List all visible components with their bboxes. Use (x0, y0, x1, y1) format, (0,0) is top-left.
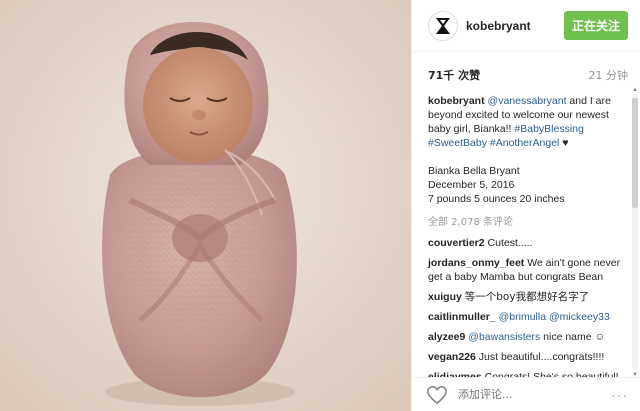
newborn-photo-illustration (0, 0, 411, 411)
caption-line: December 5, 2016 (428, 179, 515, 191)
post-header: kobebryant 正在关注 (412, 0, 640, 52)
comment-row: jordans_onmy_feet We ain't gone never ge… (428, 256, 622, 284)
hashtag-or-mention-link[interactable]: #BabyBlessing (514, 123, 583, 135)
likes-count[interactable]: 71千 次赞 (428, 67, 480, 83)
hashtag-or-mention-link[interactable]: #SweetBaby (428, 137, 487, 149)
comment-username[interactable]: caitlinmuller_ (428, 311, 496, 323)
caption-line: 7 pounds 5 ounces 20 inches (428, 193, 565, 205)
post-meta: 71千 次赞 21 分钟 (412, 56, 640, 94)
comment-username[interactable]: xuiguy (428, 291, 462, 303)
view-all-comments-link[interactable]: 全部 2,078 条评论 (428, 216, 622, 230)
caption-details: Bianka Bella Bryant December 5, 2016 7 p… (428, 164, 622, 206)
comment-text: nice name ☺ (540, 331, 606, 343)
caption-text: kobebryant @vanessabryant and I are beyo… (428, 94, 622, 150)
avatar[interactable] (428, 10, 458, 41)
comment-input[interactable] (458, 388, 611, 401)
caption-line: Bianka Bella Bryant (428, 165, 520, 177)
comment-row: caitlinmuller_ @brimulla @mickeey33 (428, 310, 622, 324)
comment-text: 等一个boy我都想好名字了 (464, 291, 590, 303)
hourglass-logo-icon (436, 17, 450, 34)
comment-text: ♥ (559, 137, 569, 149)
caption-username[interactable]: kobebryant (428, 95, 485, 107)
comment-row: couvertier2 Cutest..... (428, 236, 622, 250)
hashtag-or-mention-link[interactable]: @bawansisters (468, 331, 540, 343)
comment-row: vegan226 Just beautiful....congrats!!!! (428, 350, 622, 364)
caption: kobebryant @vanessabryant and I are beyo… (428, 94, 622, 206)
hashtag-or-mention-link[interactable]: #AnotherAngel (490, 137, 559, 149)
comment-username[interactable]: vegan226 (428, 351, 476, 363)
hashtag-or-mention-link[interactable]: @vanessabryant (488, 95, 567, 107)
comments-section: kobebryant @vanessabryant and I are beyo… (412, 94, 630, 377)
following-button[interactable]: 正在关注 (563, 11, 628, 40)
post-photo[interactable] (0, 0, 411, 411)
instagram-post-view: kobebryant 正在关注 71千 次赞 21 分钟 kobebryant … (0, 0, 640, 411)
hashtag-or-mention-link[interactable]: @brimulla (499, 311, 546, 323)
comment-list: couvertier2 Cutest..... jordans_onmy_feet… (428, 236, 622, 377)
heart-outline-icon[interactable] (426, 385, 448, 405)
comment-username[interactable]: couvertier2 (428, 237, 485, 249)
comments-scrollbar[interactable]: ▲ ▼ (632, 87, 638, 378)
comment-row: alyzee9 @bawansisters nice name ☺ (428, 330, 622, 344)
comment-text: Just beautiful....congrats!!!! (478, 351, 605, 363)
header-username[interactable]: kobebryant (466, 19, 564, 33)
scroll-up-arrow-icon[interactable]: ▲ (631, 86, 639, 94)
hashtag-or-mention-link[interactable]: @mickeey33 (549, 311, 610, 323)
post-timestamp[interactable]: 21 分钟 (589, 67, 629, 83)
comment-row: elidjaymes Congrats! She's so beautiful!… (428, 370, 622, 377)
comment-username[interactable]: alyzee9 (428, 331, 465, 343)
more-options-icon[interactable]: ··· (611, 387, 628, 403)
comment-username[interactable]: jordans_onmy_feet (428, 257, 524, 269)
post-details-panel: kobebryant 正在关注 71千 次赞 21 分钟 kobebryant … (411, 0, 640, 411)
scroll-thumb[interactable] (632, 98, 638, 208)
comment-bar: ··· (412, 377, 640, 411)
comment-text: Cutest..... (487, 237, 533, 249)
comment-row: xuiguy 等一个boy我都想好名字了 (428, 290, 622, 304)
